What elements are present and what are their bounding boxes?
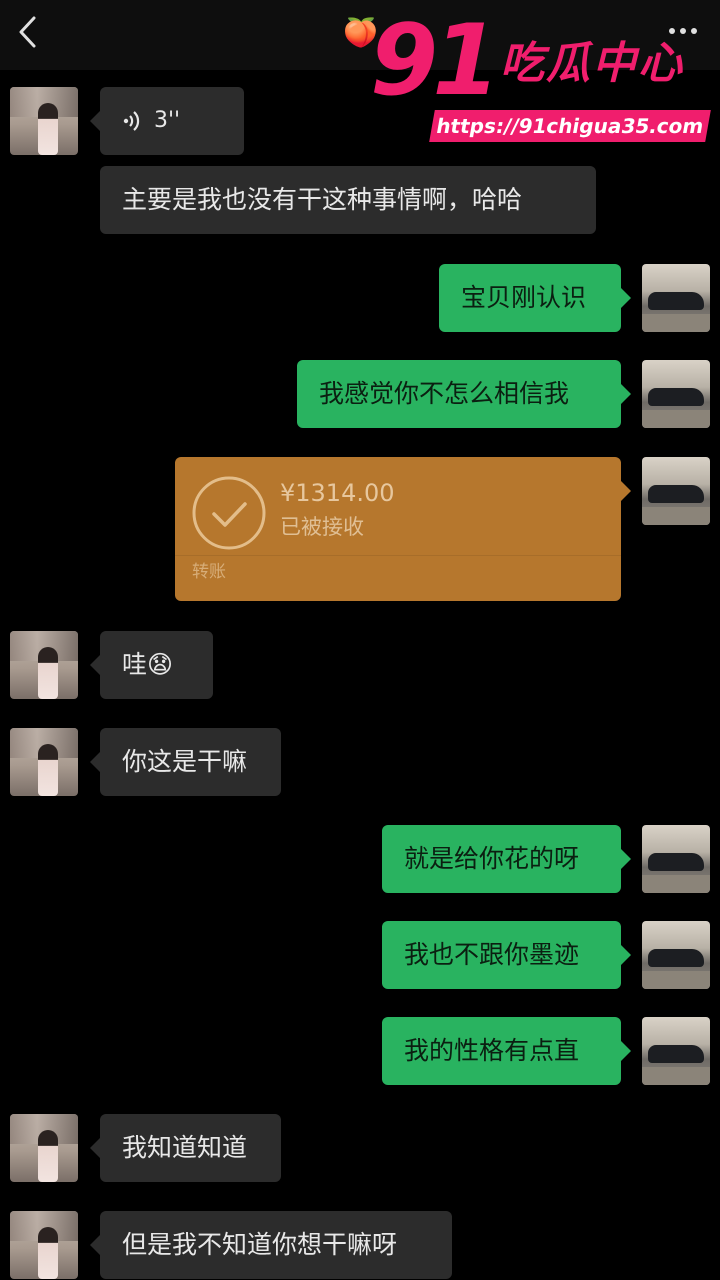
contact-avatar[interactable] bbox=[10, 1114, 78, 1182]
bubble-tail bbox=[90, 752, 100, 772]
my-avatar[interactable] bbox=[642, 1017, 710, 1085]
transfer-status: 已被接收 bbox=[280, 515, 364, 539]
voice-wave-icon bbox=[123, 111, 140, 131]
my-avatar[interactable] bbox=[642, 457, 710, 525]
message-text: 我也不跟你墨迹 bbox=[404, 940, 580, 969]
check-circle-icon bbox=[192, 476, 266, 550]
avatar-car bbox=[648, 949, 704, 967]
bubble-tail bbox=[90, 111, 100, 131]
transfer-amount: ¥1314.00 bbox=[280, 479, 395, 507]
transfer-divider bbox=[175, 555, 621, 556]
voice-duration: 3'' bbox=[154, 108, 181, 133]
avatar-ground bbox=[642, 410, 710, 428]
message-bubble[interactable]: 但是我不知道你想干嘛呀 bbox=[90, 1211, 452, 1279]
message-bubble[interactable]: 我的性格有点直 bbox=[382, 1017, 631, 1085]
avatar-figure bbox=[38, 744, 58, 796]
contact-avatar[interactable] bbox=[10, 728, 78, 796]
my-avatar[interactable] bbox=[642, 264, 710, 332]
avatar-car bbox=[648, 388, 704, 406]
chevron-left-icon bbox=[19, 16, 36, 48]
message-bubble[interactable]: 你这是干嘛 bbox=[90, 728, 281, 796]
bubble-tail bbox=[90, 1235, 100, 1255]
avatar-ground bbox=[642, 507, 710, 525]
message-text: 我感觉你不怎么相信我 bbox=[319, 379, 570, 408]
message-bubble[interactable]: 我也不跟你墨迹 bbox=[382, 921, 631, 989]
watermark-number: 91 bbox=[370, 4, 500, 118]
bubble-tail bbox=[621, 945, 631, 965]
avatar-figure bbox=[38, 1227, 58, 1279]
contact-avatar[interactable] bbox=[10, 1211, 78, 1279]
contact-avatar[interactable] bbox=[10, 87, 78, 155]
voice-message-bubble[interactable]: 3'' bbox=[90, 87, 244, 155]
bubble-tail bbox=[90, 655, 100, 675]
bubble-tail bbox=[621, 1041, 631, 1061]
message-text: 但是我不知道你想干嘛呀 bbox=[122, 1230, 398, 1259]
message-bubble[interactable]: 宝贝刚认识 bbox=[439, 264, 631, 332]
avatar-figure bbox=[38, 1130, 58, 1182]
contact-avatar[interactable] bbox=[10, 631, 78, 699]
transfer-card[interactable]: ¥1314.00 已被接收 转账 bbox=[175, 457, 631, 601]
message-text: 就是给你花的呀 bbox=[404, 844, 580, 873]
avatar-car bbox=[648, 485, 704, 503]
watermark-url: https://91chigua35.com bbox=[429, 110, 711, 142]
bubble-tail bbox=[621, 384, 631, 404]
bubble-tail bbox=[90, 1138, 100, 1158]
avatar-ground bbox=[642, 1067, 710, 1085]
avatar-car bbox=[648, 853, 704, 871]
message-bubble[interactable]: 就是给你花的呀 bbox=[382, 825, 631, 893]
my-avatar[interactable] bbox=[642, 825, 710, 893]
transfer-label: 转账 bbox=[192, 562, 226, 582]
message-bubble[interactable]: 我知道知道 bbox=[90, 1114, 281, 1182]
bubble-tail bbox=[621, 288, 631, 308]
avatar-ground bbox=[642, 875, 710, 893]
avatar-car bbox=[648, 1045, 704, 1063]
back-button[interactable] bbox=[10, 12, 46, 52]
message-text: 宝贝刚认识 bbox=[461, 283, 587, 312]
my-avatar[interactable] bbox=[642, 360, 710, 428]
watermark-title: 吃瓜中心 bbox=[500, 38, 684, 89]
avatar-ground bbox=[642, 314, 710, 332]
bubble-tail bbox=[621, 481, 631, 501]
message-text: 哇😧 bbox=[122, 650, 174, 679]
bubble-tail bbox=[621, 849, 631, 869]
message-text: 你这是干嘛 bbox=[122, 747, 248, 776]
message-bubble[interactable]: 哇😧 bbox=[90, 631, 213, 699]
avatar-figure bbox=[38, 647, 58, 699]
watermark-logo: 91 吃瓜中心 https://91chigua35.com bbox=[368, 12, 714, 150]
my-avatar[interactable] bbox=[642, 921, 710, 989]
message-text: 主要是我也没有干这种事情啊，哈哈 bbox=[122, 185, 523, 214]
message-bubble[interactable]: 主要是我也没有干这种事情啊，哈哈 bbox=[100, 166, 596, 234]
avatar-car bbox=[648, 292, 704, 310]
message-text: 我的性格有点直 bbox=[404, 1036, 580, 1065]
avatar-figure bbox=[38, 103, 58, 155]
message-bubble[interactable]: 我感觉你不怎么相信我 bbox=[297, 360, 631, 428]
message-text: 我知道知道 bbox=[122, 1133, 248, 1162]
avatar-ground bbox=[642, 971, 710, 989]
